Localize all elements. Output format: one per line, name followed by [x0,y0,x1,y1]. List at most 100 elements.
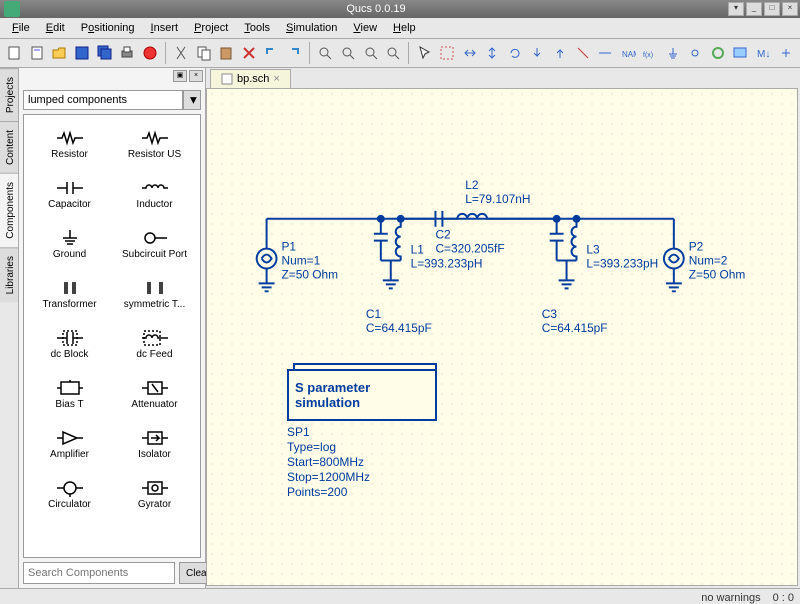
undo-button[interactable] [261,42,282,64]
palette-circulator[interactable]: Circulator [28,469,111,517]
push-button[interactable] [527,42,548,64]
svg-text:L=393.233pH: L=393.233pH [586,256,658,270]
label-button[interactable]: NAME [617,42,638,64]
palette-resistor[interactable]: Resistor [28,119,111,167]
panel-undock-button[interactable]: ▣ [173,70,187,82]
palette-attenuator[interactable]: Attenuator [113,369,196,417]
redo-button[interactable] [284,42,305,64]
zoom-out-button[interactable] [338,42,359,64]
menu-help[interactable]: Help [385,20,424,36]
grid-button[interactable] [437,42,458,64]
port-button[interactable] [685,42,706,64]
save-all-button[interactable] [94,42,115,64]
palette-resistor-us[interactable]: Resistor US [113,119,196,167]
menu-bar: File Edit Positioning Insert Project Too… [0,18,800,39]
zoom-in-button[interactable] [315,42,336,64]
tab-projects[interactable]: Projects [0,68,18,121]
panel-close-button[interactable]: × [189,70,203,82]
svg-text:f(x): f(x) [643,52,653,59]
svg-text:NAME: NAME [622,50,636,59]
deactivate-button[interactable] [572,42,593,64]
palette-gyrator[interactable]: Gyrator [113,469,196,517]
file-tabs: bp.sch × [206,68,800,88]
svg-text:L=79.107nH: L=79.107nH [465,192,530,206]
tab-content[interactable]: Content [0,121,18,173]
menu-positioning[interactable]: Positioning [73,20,143,36]
menu-insert[interactable]: Insert [143,20,187,36]
minimize2-button[interactable]: _ [746,2,762,16]
copy-button[interactable] [193,42,214,64]
menu-edit[interactable]: Edit [38,20,73,36]
palette-subcircuit-port[interactable]: Subcircuit Port [113,219,196,267]
svg-text:L1: L1 [411,243,425,257]
status-bar: no warnings 0 : 0 [0,588,800,604]
new-text-button[interactable] [27,42,48,64]
close-button[interactable]: × [782,2,798,16]
marker-button[interactable]: M↓ [753,42,774,64]
category-combo[interactable] [23,90,183,110]
print-button[interactable] [117,42,138,64]
status-coordinates: 0 : 0 [773,592,794,604]
pop-button[interactable] [550,42,571,64]
tab-components[interactable]: Components [0,173,18,247]
svg-text:C2: C2 [435,228,451,242]
category-dropdown-button[interactable]: ▾ [183,90,201,110]
svg-text:P2: P2 [689,240,704,254]
eqn-button[interactable]: f(x) [640,42,661,64]
file-tab-label: bp.sch [237,73,269,85]
palette-inductor[interactable]: Inductor [113,169,196,217]
menu-tools[interactable]: Tools [236,20,278,36]
palette-capacitor[interactable]: Capacitor [28,169,111,217]
svg-text:Z=50 Ohm: Z=50 Ohm [689,267,746,281]
rotate-button[interactable] [505,42,526,64]
svg-text:Num=1: Num=1 [281,253,320,267]
window-title: Qucs 0.0.19 [24,3,728,15]
svg-text:M↓: M↓ [757,49,770,60]
minimize-button[interactable]: ▾ [728,2,744,16]
components-panel: ▣ × ▾ Resistor Resistor US Capacitor Ind… [19,68,206,588]
schematic-canvas[interactable]: P1 Num=1 Z=50 Ohm P2 Num=2 Z=50 Ohm L1 [206,88,798,586]
palette-dc-feed[interactable]: dc Feed [113,319,196,367]
menu-project[interactable]: Project [186,20,236,36]
file-tab[interactable]: bp.sch × [210,69,291,88]
svg-text:Num=2: Num=2 [689,253,728,267]
palette-transformer[interactable]: Transformer [28,269,111,317]
sim-button[interactable] [708,42,729,64]
menu-simulation[interactable]: Simulation [278,20,345,36]
side-tabs: Projects Content Components Libraries [0,68,19,588]
svg-text:C=320.205fF: C=320.205fF [435,242,504,256]
view-button[interactable] [730,42,751,64]
svg-text:P1: P1 [281,240,296,254]
maximize-button[interactable]: □ [764,2,780,16]
paste-button[interactable] [216,42,237,64]
tab-libraries[interactable]: Libraries [0,247,18,302]
mirror-h-button[interactable] [459,42,480,64]
palette-dc-block[interactable]: dc Block [28,319,111,367]
delete-button[interactable] [239,42,260,64]
new-button[interactable] [4,42,25,64]
tune-button[interactable] [775,42,796,64]
cut-button[interactable] [171,42,192,64]
menu-file[interactable]: File [4,20,38,36]
simulation-block[interactable]: S parameter simulation [287,369,437,421]
stop-button[interactable] [139,42,160,64]
save-button[interactable] [72,42,93,64]
zoom-fit-button[interactable] [360,42,381,64]
svg-text:C1: C1 [366,307,382,321]
close-tab-button[interactable]: × [273,73,279,85]
zoom-1-button[interactable] [383,42,404,64]
palette-symmetric-transformer[interactable]: symmetric T... [113,269,196,317]
select-button[interactable] [414,42,435,64]
svg-text:L3: L3 [586,243,600,257]
app-icon [4,1,20,17]
search-input[interactable] [23,562,175,584]
palette-isolator[interactable]: Isolator [113,419,196,467]
menu-view[interactable]: View [345,20,385,36]
palette-amplifier[interactable]: Amplifier [28,419,111,467]
open-button[interactable] [49,42,70,64]
wire-button[interactable] [595,42,616,64]
mirror-v-button[interactable] [482,42,503,64]
palette-bias-t[interactable]: Bias T [28,369,111,417]
palette-ground[interactable]: Ground [28,219,111,267]
gnd-button[interactable] [663,42,684,64]
